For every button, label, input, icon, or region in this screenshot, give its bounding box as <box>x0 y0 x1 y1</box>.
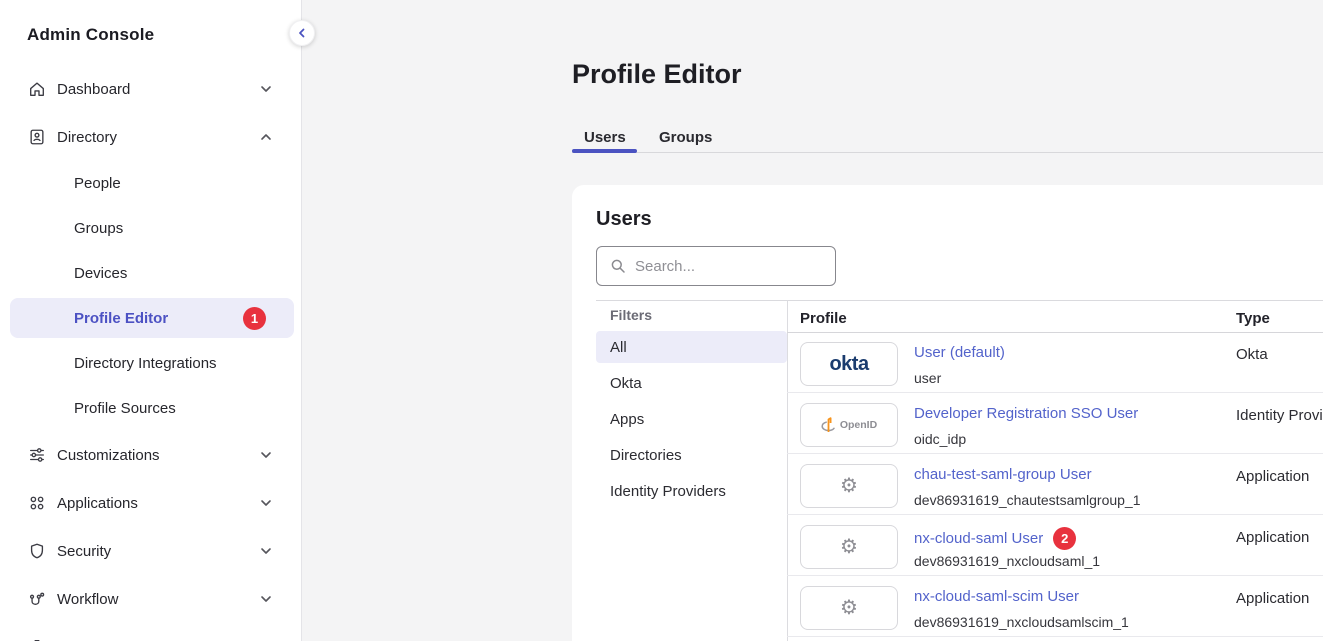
chevron-left-icon <box>295 26 309 40</box>
chevron-up-icon <box>258 129 274 145</box>
table-row: OpenID Developer Registration SSO User o… <box>787 393 1323 454</box>
home-icon <box>28 80 46 98</box>
chevron-down-icon <box>258 495 274 511</box>
tab-users[interactable]: Users <box>584 129 626 146</box>
annotation-badge-1: 1 <box>243 307 266 330</box>
search-input[interactable] <box>635 258 815 275</box>
sidebar-item-directory[interactable]: Directory <box>12 117 292 157</box>
filter-item-identity-providers[interactable]: Identity Providers <box>596 475 787 507</box>
sidebar-item-groups[interactable]: Groups <box>10 208 294 248</box>
app-title: Admin Console <box>27 25 154 45</box>
profile-logo-box: ⚙ <box>800 586 898 630</box>
row-separator <box>787 636 1323 637</box>
chevron-down-icon <box>258 591 274 607</box>
sidebar-item-devices[interactable]: Devices <box>10 253 294 293</box>
sidebar-item-profile-sources[interactable]: Profile Sources <box>10 388 294 428</box>
okta-logo: okta <box>829 353 868 376</box>
profile-logo-box: okta <box>800 342 898 386</box>
sidebar-item-label: Profile Sources <box>74 400 176 417</box>
profile-type: Identity Provider <box>1236 407 1323 424</box>
filter-item-okta[interactable]: Okta <box>596 367 787 399</box>
admin-console-app: Admin Console Dashboard Directory People <box>0 0 1323 641</box>
sidebar-item-label: Directory Integrations <box>74 355 217 372</box>
directory-badge-icon <box>28 128 46 146</box>
sidebar-item-label: Customizations <box>57 447 160 464</box>
sidebar-item-label: Directory <box>57 129 117 146</box>
profile-id: oidc_idp <box>914 431 966 447</box>
profile-type: Application <box>1236 529 1309 546</box>
profile-logo-box: OpenID <box>800 403 898 447</box>
page-title: Profile Editor <box>572 59 742 90</box>
sidebar-item-workflow[interactable]: Workflow <box>12 579 292 619</box>
sliders-icon <box>28 446 46 464</box>
profile-type: Application <box>1236 468 1309 485</box>
annotation-badge-2: 2 <box>1053 527 1076 550</box>
column-header-type: Type <box>1236 310 1270 327</box>
profile-id: user <box>914 370 941 386</box>
sidebar-collapse-button[interactable] <box>289 20 315 46</box>
workflow-icon <box>28 590 46 608</box>
table-row: ⚙ chau-test-saml-group User dev86931619_… <box>787 454 1323 515</box>
sidebar-item-security[interactable]: Security <box>12 531 292 571</box>
profile-id: dev86931619_nxcloudsaml_1 <box>914 553 1100 569</box>
sidebar: Admin Console Dashboard Directory People <box>0 0 302 641</box>
search-icon <box>610 258 626 274</box>
profile-link[interactable]: nx-cloud-saml User <box>914 530 1043 547</box>
sidebar-item-label: Security <box>57 543 111 560</box>
sidebar-item-customizations[interactable]: Customizations <box>12 435 292 475</box>
profile-link[interactable]: Developer Registration SSO User <box>914 405 1138 422</box>
profile-logo-box: ⚙ <box>800 525 898 569</box>
tab-divider-line <box>572 152 1323 153</box>
sidebar-item-applications[interactable]: Applications <box>12 483 292 523</box>
filters-heading: Filters <box>610 307 652 323</box>
apps-grid-icon <box>28 494 46 512</box>
shield-icon <box>28 542 46 560</box>
profile-link[interactable]: User (default) <box>914 344 1005 361</box>
chevron-down-icon <box>258 447 274 463</box>
column-header-profile: Profile <box>800 310 847 327</box>
sidebar-item-people[interactable]: People <box>10 163 294 203</box>
gear-icon: ⚙ <box>840 598 858 618</box>
table-row: okta User (default) user Okta <box>787 332 1323 393</box>
profile-type: Application <box>1236 590 1309 607</box>
filter-item-apps[interactable]: Apps <box>596 403 787 435</box>
profile-id: dev86931619_chautestsamlgroup_1 <box>914 492 1141 508</box>
panel-top-border <box>596 300 1323 301</box>
sidebar-item-label: Dashboard <box>57 81 130 98</box>
sidebar-item-label: Groups <box>74 220 123 237</box>
tab-groups[interactable]: Groups <box>659 129 712 146</box>
sidebar-item-dashboard[interactable]: Dashboard <box>12 69 292 109</box>
sidebar-item-label: Applications <box>57 495 138 512</box>
sidebar-item-profile-editor[interactable]: Profile Editor 1 <box>10 298 294 338</box>
gear-icon: ⚙ <box>840 476 858 496</box>
sidebar-item-label: People <box>74 175 121 192</box>
sidebar-item-label: Devices <box>74 265 127 282</box>
profile-logo-box: ⚙ <box>800 464 898 508</box>
table-row: ⚙ nx-cloud-saml-scim User dev86931619_nx… <box>787 576 1323 637</box>
sidebar-item-directory-integrations[interactable]: Directory Integrations <box>10 343 294 383</box>
gear-icon: ⚙ <box>840 537 858 557</box>
profile-link[interactable]: chau-test-saml-group User <box>914 466 1092 483</box>
profile-id: dev86931619_nxcloudsamlscim_1 <box>914 614 1129 630</box>
sidebar-item-partial[interactable] <box>12 627 292 641</box>
users-card: Users Filters All Okta Apps Directories … <box>572 185 1323 641</box>
sidebar-item-label: Profile Editor <box>74 310 168 327</box>
profile-type: Okta <box>1236 346 1268 363</box>
search-box[interactable] <box>596 246 836 286</box>
table-row: ⚙ nx-cloud-saml User 2 dev86931619_nxclo… <box>787 515 1323 576</box>
card-heading: Users <box>596 208 652 231</box>
chevron-down-icon <box>258 543 274 559</box>
chevron-down-icon <box>258 81 274 97</box>
filter-item-directories[interactable]: Directories <box>596 439 787 471</box>
sidebar-item-label: Workflow <box>57 591 118 608</box>
profile-link[interactable]: nx-cloud-saml-scim User <box>914 588 1079 605</box>
active-tab-indicator <box>572 149 637 153</box>
filter-item-all[interactable]: All <box>596 331 787 363</box>
openid-logo: OpenID <box>821 416 877 434</box>
